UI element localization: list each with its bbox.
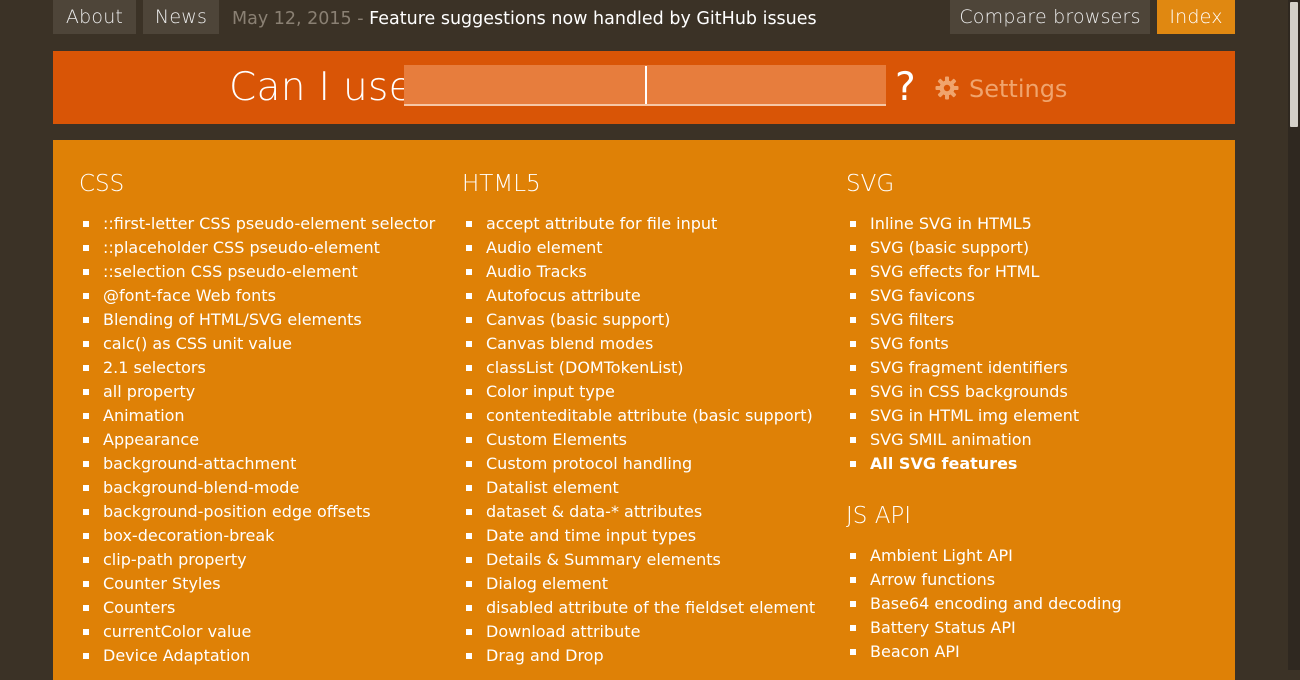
feature-link[interactable]: calc() as CSS unit value [79,332,449,356]
feature-link[interactable]: Inline SVG in HTML5 [846,212,1216,236]
feature-link[interactable]: SVG in CSS backgrounds [846,380,1216,404]
feature-list-css: ::first-letter CSS pseudo-element select… [79,212,449,668]
feature-link[interactable]: disabled attribute of the fieldset eleme… [462,596,832,620]
category-title-svg: SVG [846,171,895,197]
feature-link[interactable]: Arrow functions [846,568,1216,592]
category-title-html5: HTML5 [462,171,541,197]
compare-browsers-link[interactable]: Compare browsers [950,0,1150,34]
feature-link[interactable]: Beacon API [846,640,1216,664]
category-title-css: CSS [79,171,125,197]
can-i-use-label: Can I use [229,65,413,110]
about-link[interactable]: About [53,0,136,34]
feature-link[interactable]: Device Adaptation [79,644,449,668]
top-navigation: About News May 12, 2015 - Feature sugges… [0,0,1288,34]
feature-link[interactable]: SVG in HTML img element [846,404,1216,428]
feature-link[interactable]: ::first-letter CSS pseudo-element select… [79,212,449,236]
news-ticker: May 12, 2015 - Feature suggestions now h… [232,0,817,38]
feature-link[interactable]: ::placeholder CSS pseudo-element [79,236,449,260]
feature-link[interactable]: Audio element [462,236,832,260]
news-date: May 12, 2015 [232,9,352,29]
feature-link[interactable]: Custom protocol handling [462,452,832,476]
feature-link[interactable]: dataset & data-* attributes [462,500,832,524]
feature-link[interactable]: Dialog element [462,572,832,596]
vertical-scrollbar[interactable] [1288,0,1300,670]
feature-link[interactable]: Appearance [79,428,449,452]
feature-link[interactable]: Ambient Light API [846,544,1216,568]
feature-link[interactable]: Base64 encoding and decoding [846,592,1216,616]
news-link[interactable]: News [143,0,219,34]
news-headline-link[interactable]: Feature suggestions now handled by GitHu… [369,9,817,29]
feature-list-svg: Inline SVG in HTML5 SVG (basic support) … [846,212,1216,476]
feature-link[interactable]: SVG SMIL animation [846,428,1216,452]
feature-link[interactable]: box-decoration-break [79,524,449,548]
feature-list-html5: accept attribute for file input Audio el… [462,212,832,668]
feature-link[interactable]: SVG fragment identifiers [846,356,1216,380]
feature-link[interactable]: all property [79,380,449,404]
feature-link[interactable]: SVG fonts [846,332,1216,356]
feature-link[interactable]: SVG (basic support) [846,236,1216,260]
feature-link[interactable]: Autofocus attribute [462,284,832,308]
feature-link[interactable]: @font-face Web fonts [79,284,449,308]
feature-link[interactable]: Blending of HTML/SVG elements [79,308,449,332]
category-html5: HTML5 accept attribute for file input Au… [462,140,832,668]
feature-link[interactable]: SVG favicons [846,284,1216,308]
feature-link[interactable]: classList (DOMTokenList) [462,356,832,380]
feature-link[interactable]: Color input type [462,380,832,404]
feature-link[interactable]: 2.1 selectors [79,356,449,380]
feature-link[interactable]: contenteditable attribute (basic support… [462,404,832,428]
news-separator: - [357,9,364,29]
gear-icon [935,76,959,100]
category-title-jsapi: JS API [846,503,912,529]
settings-label: Settings [969,75,1068,103]
feature-link[interactable]: Audio Tracks [462,260,832,284]
feature-link[interactable]: currentColor value [79,620,449,644]
feature-link[interactable]: Datalist element [462,476,832,500]
feature-link[interactable]: Download attribute [462,620,832,644]
feature-link[interactable]: background-blend-mode [79,476,449,500]
feature-link[interactable]: accept attribute for file input [462,212,832,236]
category-svg: SVG Inline SVG in HTML5 SVG (basic suppo… [846,140,1216,664]
question-mark: ? [895,65,916,110]
feature-link[interactable]: SVG filters [846,308,1216,332]
feature-link[interactable]: ::selection CSS pseudo-element [79,260,449,284]
category-css: CSS ::first-letter CSS pseudo-element se… [79,140,449,668]
feature-link[interactable]: Canvas blend modes [462,332,832,356]
text-caret [645,66,647,104]
feature-link[interactable]: background-position edge offsets [79,500,449,524]
feature-link[interactable]: Details & Summary elements [462,548,832,572]
feature-list-jsapi: Ambient Light API Arrow functions Base64… [846,544,1216,664]
feature-link[interactable]: Battery Status API [846,616,1216,640]
feature-link[interactable]: clip-path property [79,548,449,572]
feature-link[interactable]: background-attachment [79,452,449,476]
feature-link[interactable]: Date and time input types [462,524,832,548]
search-header: Can I use ? Settings [53,51,1235,124]
index-link[interactable]: Index [1157,0,1235,34]
all-svg-features-link[interactable]: All SVG features [846,452,1216,476]
scrollbar-thumb[interactable] [1290,2,1298,127]
feature-link[interactable]: Canvas (basic support) [462,308,832,332]
feature-link[interactable]: Custom Elements [462,428,832,452]
settings-button[interactable]: Settings [935,71,1067,107]
feature-link[interactable]: Drag and Drop [462,644,832,668]
feature-link[interactable]: SVG effects for HTML [846,260,1216,284]
feature-link[interactable]: Counter Styles [79,572,449,596]
feature-index: CSS ::first-letter CSS pseudo-element se… [53,140,1235,680]
feature-link[interactable]: Counters [79,596,449,620]
feature-link[interactable]: Animation [79,404,449,428]
